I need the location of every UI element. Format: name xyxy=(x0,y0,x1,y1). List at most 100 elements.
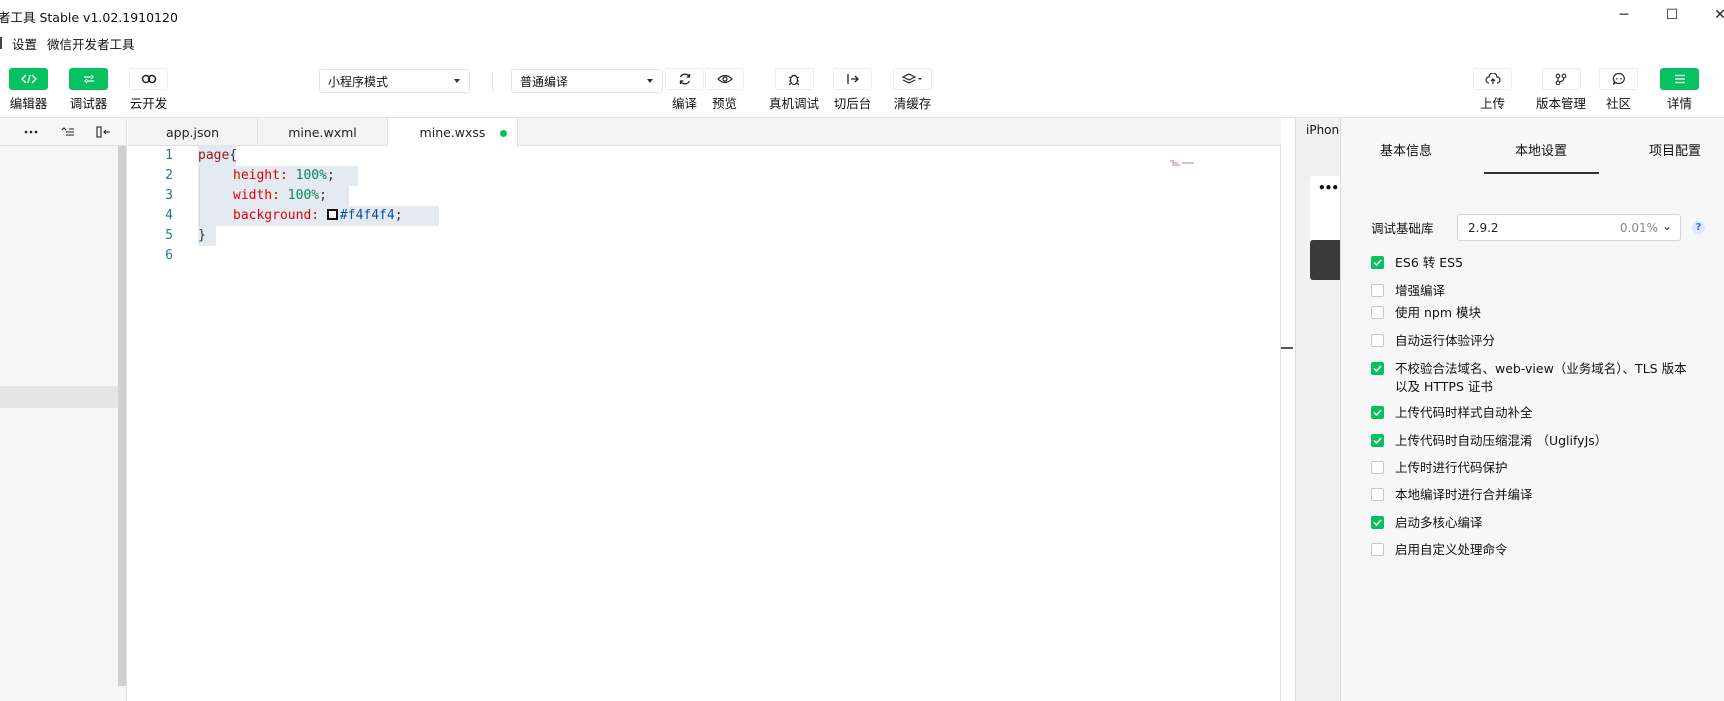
minimap[interactable] xyxy=(1170,160,1194,166)
option-label: 不校验合法域名、web-view（业务域名）、TLS 版本以及 HTTPS 证书 xyxy=(1395,361,1687,394)
tab-mine-wxss[interactable]: mine.wxss xyxy=(388,118,518,147)
close-button[interactable]: ✕ xyxy=(1696,0,1724,30)
line-number: 2 xyxy=(165,168,173,183)
checkbox[interactable] xyxy=(1371,543,1384,556)
debug-lib-label: 调试基础库 xyxy=(1371,221,1434,236)
menu-wechat-devtools[interactable]: 微信开发者工具 xyxy=(47,34,135,53)
option-code-protect[interactable]: 上传时进行代码保护 xyxy=(1371,459,1695,477)
option-enhanced-compile[interactable]: 增强编译 xyxy=(1371,282,1695,300)
upload-button[interactable]: 上传 xyxy=(1473,68,1512,112)
css-property: height: xyxy=(233,168,288,183)
community-button[interactable]: 社区 xyxy=(1599,68,1638,112)
maximize-button[interactable]: ☐ xyxy=(1648,0,1696,30)
option-merge-compile[interactable]: 本地编译时进行合并编译 xyxy=(1371,486,1695,504)
cloud-upload-icon xyxy=(1473,68,1512,90)
option-auto-audit[interactable]: 自动运行体验评分 xyxy=(1371,332,1695,350)
checkbox[interactable] xyxy=(1371,516,1384,529)
eye-icon xyxy=(705,68,744,90)
remote-debug-label: 真机调试 xyxy=(769,96,820,111)
active-tab-indicator xyxy=(1484,172,1599,174)
checkbox[interactable] xyxy=(1371,256,1384,269)
compile-button[interactable]: 编译 xyxy=(665,68,704,112)
chevron-down-icon: ⌄ xyxy=(1661,219,1672,233)
status-dots: ••• xyxy=(1318,181,1339,195)
tab-local-settings[interactable]: 本地设置 xyxy=(1515,140,1567,159)
checkbox[interactable] xyxy=(1371,362,1384,375)
details-tabs: 基本信息 本地设置 项目配置 xyxy=(1341,118,1724,174)
option-style-autocomplete[interactable]: 上传代码时样式自动补全 xyxy=(1371,404,1695,422)
checkbox[interactable] xyxy=(1371,306,1384,319)
phone-preview[interactable]: ••• xyxy=(1310,176,1341,280)
community-label: 社区 xyxy=(1605,96,1631,111)
line-number: 4 xyxy=(165,208,173,223)
caret-down-icon xyxy=(647,79,653,83)
mode-select[interactable]: 小程序模式 xyxy=(319,69,470,93)
checkbox[interactable] xyxy=(1371,461,1384,474)
option-label: 本地编译时进行合并编译 xyxy=(1395,487,1533,502)
menu-settings[interactable]: 设置 xyxy=(12,34,37,53)
selected-file-row[interactable] xyxy=(0,386,118,408)
code-line: 3 width: 100%; xyxy=(128,186,1281,206)
cloud-dev-button[interactable]: 云开发 xyxy=(129,68,168,112)
line-number: 5 xyxy=(165,228,173,243)
code-line: 2 height: 100%; xyxy=(128,166,1281,186)
option-label: 使用 npm 模块 xyxy=(1395,305,1481,320)
tab-project-config[interactable]: 项目配置 xyxy=(1649,140,1701,159)
debugger-icon xyxy=(69,68,108,90)
debugger-toggle[interactable]: 调试器 xyxy=(69,68,108,112)
tab-label: app.json xyxy=(165,124,220,140)
outline-icon[interactable] xyxy=(60,125,76,139)
css-selector: page xyxy=(198,148,230,163)
unsaved-dot-icon xyxy=(500,130,507,137)
compile-mode-select[interactable]: 普通编译 xyxy=(511,69,663,93)
clear-cache-label: 清缓存 xyxy=(893,96,932,111)
editor-toggle[interactable]: 编辑器 xyxy=(9,68,48,112)
debug-lib-version: 2.9.2 xyxy=(1468,221,1499,235)
option-label: ES6 转 ES5 xyxy=(1395,255,1464,270)
option-uglify[interactable]: 上传代码时自动压缩混淆 （UglifyJs） xyxy=(1371,432,1695,450)
code-area[interactable]: 1 page{ 2 height: 100%; 3 width: 100%; 4… xyxy=(128,146,1281,701)
open-brace: { xyxy=(229,148,238,163)
checkbox[interactable] xyxy=(1371,284,1384,297)
tab-app-json[interactable]: app.json xyxy=(128,118,258,146)
remote-debug-button[interactable]: 真机调试 xyxy=(769,68,819,112)
more-icon[interactable] xyxy=(23,125,39,139)
background-button[interactable]: 切后台 xyxy=(833,68,872,112)
checkbox[interactable] xyxy=(1371,488,1384,501)
scrollbar-marker xyxy=(1281,347,1293,349)
preview-label: 预览 xyxy=(711,96,737,111)
help-icon[interactable]: ? xyxy=(1692,221,1705,234)
option-es6[interactable]: ES6 转 ES5 xyxy=(1371,254,1695,272)
editor-right-border xyxy=(1280,146,1281,701)
code-line: 1 page{ xyxy=(128,146,1281,166)
tab-label: mine.wxss xyxy=(419,125,486,140)
option-multicore-compile[interactable]: 启动多核心编译 xyxy=(1371,514,1695,532)
minimize-button[interactable]: ─ xyxy=(1600,0,1648,30)
tab-mine-wxml[interactable]: mine.wxml xyxy=(258,118,388,146)
details-button[interactable]: 详情 xyxy=(1660,68,1699,112)
option-npm[interactable]: 使用 npm 模块 xyxy=(1371,304,1695,322)
code-line: 4 background: #f4f4f4; xyxy=(128,206,1281,226)
collapse-panel-icon[interactable] xyxy=(96,125,112,139)
simulator-panel: iPhone ••• xyxy=(1295,118,1347,701)
details-panel: 基本信息 本地设置 项目配置 调试基础库 2.9.2 0.01% ⌄ ? ES6… xyxy=(1340,118,1724,701)
version-manage-label: 版本管理 xyxy=(1536,96,1587,111)
line-number: 3 xyxy=(165,188,173,203)
editor-label: 编辑器 xyxy=(9,96,48,111)
checkbox[interactable] xyxy=(1371,334,1384,347)
explorer-scrollbar[interactable] xyxy=(118,146,126,686)
tab-basic-info[interactable]: 基本信息 xyxy=(1380,140,1432,159)
preview-button[interactable]: 预览 xyxy=(705,68,744,112)
checkbox[interactable] xyxy=(1371,406,1384,419)
option-custom-commands[interactable]: 启用自定义处理命令 xyxy=(1371,541,1695,559)
version-manage-button[interactable]: 版本管理 xyxy=(1536,68,1586,112)
semicolon: ; xyxy=(319,188,327,203)
window-title: 者工具 Stable v1.02.1910120 xyxy=(0,10,178,25)
debug-lib-select[interactable]: 2.9.2 0.01% ⌄ xyxy=(1457,214,1681,241)
checkbox[interactable] xyxy=(1371,434,1384,447)
color-swatch-icon[interactable] xyxy=(326,209,338,220)
option-skip-domain-check[interactable]: 不校验合法域名、web-view（业务域名）、TLS 版本以及 HTTPS 证书 xyxy=(1371,360,1695,396)
clear-cache-button[interactable]: 清缓存 xyxy=(893,68,932,112)
compile-label: 编译 xyxy=(671,96,697,111)
refresh-icon xyxy=(665,68,704,90)
